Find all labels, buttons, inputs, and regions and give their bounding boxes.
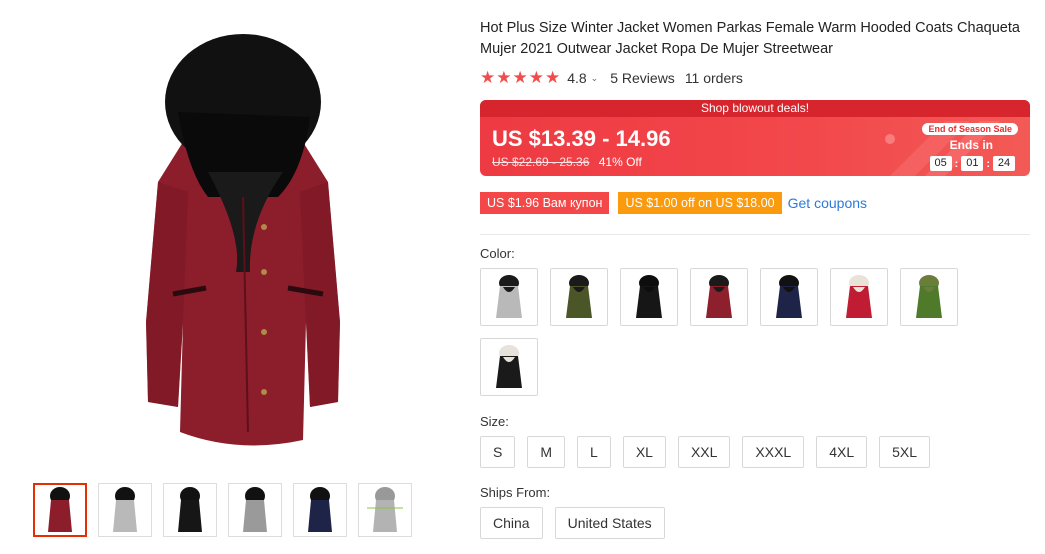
thumbnail-5[interactable] <box>293 483 347 537</box>
coat-thumbnail-icon <box>776 275 802 318</box>
coat-thumbnail-icon <box>846 275 872 318</box>
product-title: Hot Plus Size Winter Jacket Women Parkas… <box>480 20 1020 57</box>
deal-banner-title: Shop blowout deals! <box>480 100 1030 117</box>
size-option-m[interactable]: M <box>527 436 566 468</box>
countdown-timer: 05 : 01 : 24 <box>929 156 1015 171</box>
color-swatch-4[interactable] <box>690 268 748 326</box>
ships-from-china[interactable]: China <box>480 507 543 539</box>
color-swatch-7[interactable] <box>900 268 958 326</box>
original-price: US $22.69 - 25.36 <box>492 155 590 169</box>
original-price-line: US $22.69 - 25.36 41% Off <box>492 155 642 169</box>
coat-thumbnail-icon <box>496 275 522 318</box>
coat-thumbnail-icon <box>706 275 732 318</box>
orders-count: 11 orders <box>684 70 743 86</box>
color-swatch-5[interactable] <box>760 268 818 326</box>
main-product-image[interactable] <box>28 14 448 469</box>
thumbnail-4[interactable] <box>228 483 282 537</box>
rating-row: ★★★★★ 4.8 ⌄ 5 Reviews 11 orders <box>480 68 743 88</box>
color-swatch-3[interactable] <box>620 268 678 326</box>
size-option-4xl[interactable]: 4XL <box>816 436 868 468</box>
rating-stars-icon: ★★★★★ <box>480 68 562 87</box>
size-option-l[interactable]: L <box>577 436 611 468</box>
reviews-link[interactable]: 5 Reviews <box>610 70 675 86</box>
thumbnail-2[interactable] <box>98 483 152 537</box>
coupon-row: US $1.96 Вам купон US $1.00 off on US $1… <box>480 192 867 214</box>
get-coupons-link[interactable]: Get coupons <box>788 195 867 211</box>
coat-thumbnail-icon <box>496 345 522 388</box>
timer-minutes: 01 <box>961 156 984 171</box>
color-options <box>480 268 980 396</box>
ships-from-options: China United States <box>480 507 665 539</box>
color-swatch-2[interactable] <box>550 268 608 326</box>
divider <box>480 234 1030 235</box>
timer-seconds: 24 <box>993 156 1015 171</box>
color-swatch-6[interactable] <box>830 268 888 326</box>
ends-in-label: Ends in <box>949 138 993 152</box>
size-option-5xl[interactable]: 5XL <box>879 436 931 468</box>
size-option-xxl[interactable]: XXL <box>677 436 731 468</box>
coupon-select[interactable]: US $1.00 off on US $18.00 <box>618 192 782 214</box>
rating-score[interactable]: 4.8 <box>567 70 586 86</box>
size-option-xl[interactable]: XL <box>622 436 666 468</box>
thumbnail-strip <box>33 483 412 537</box>
timer-hours: 05 <box>929 156 952 171</box>
end-of-season-badge: End of Season Sale <box>922 123 1018 135</box>
size-option-xxxl[interactable]: XXXL <box>742 436 805 468</box>
ships-from-united-states[interactable]: United States <box>554 507 665 539</box>
chevron-down-icon[interactable]: ⌄ <box>591 73 599 84</box>
current-price: US $13.39 - 14.96 <box>492 126 671 151</box>
ships-from-label: Ships From: <box>480 485 551 500</box>
size-label: Size: <box>480 414 509 429</box>
thumbnail-1[interactable] <box>33 483 87 537</box>
color-swatch-8[interactable] <box>480 338 538 396</box>
coat-thumbnail-icon <box>566 275 592 318</box>
thumbnail-6[interactable] <box>358 483 412 537</box>
coat-illustration-icon <box>146 33 340 445</box>
size-options: S M L XL XXL XXXL 4XL 5XL <box>480 436 931 468</box>
discount-percent: 41% Off <box>598 155 642 169</box>
coat-thumbnail-icon <box>636 275 662 318</box>
coupon-store[interactable]: US $1.96 Вам купон <box>480 192 610 214</box>
color-label: Color: <box>480 246 515 261</box>
thumbnail-3[interactable] <box>163 483 217 537</box>
color-swatch-1[interactable] <box>480 268 538 326</box>
coat-thumbnail-icon <box>916 275 942 318</box>
size-option-s[interactable]: S <box>480 436 516 468</box>
